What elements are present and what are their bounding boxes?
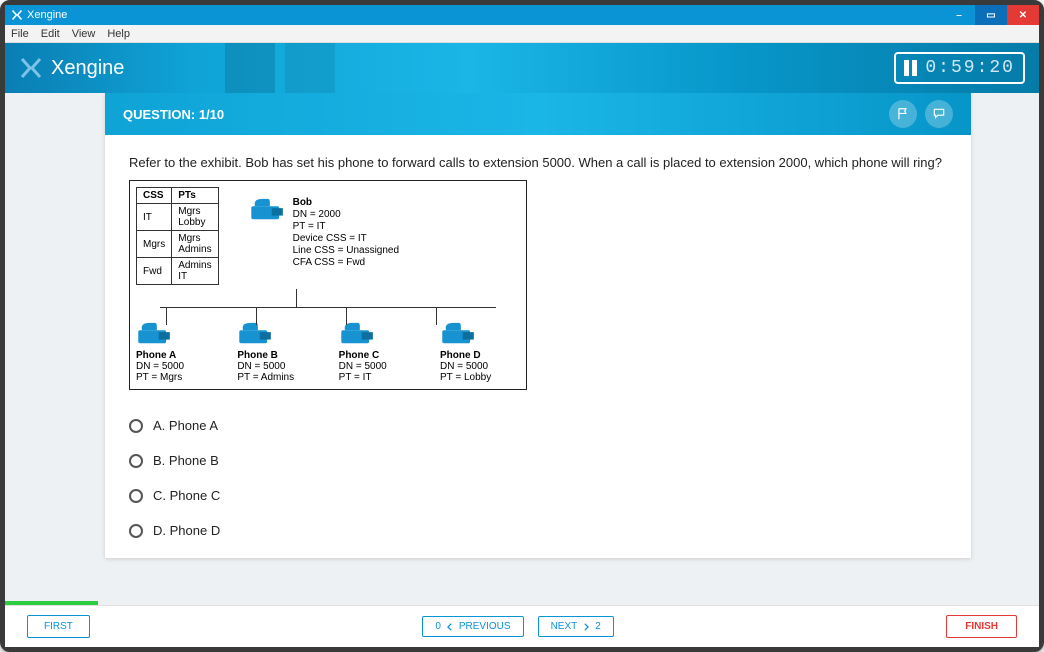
phone-b: Phone B DN = 5000 PT = Admins — [237, 321, 317, 383]
menu-help[interactable]: Help — [107, 28, 130, 40]
option-a[interactable]: A. Phone A — [129, 408, 947, 443]
arrow-right-icon — [581, 622, 591, 632]
flag-button[interactable] — [889, 100, 917, 128]
app-name: Xengine — [51, 57, 124, 80]
footer-nav: FIRST 0 PREVIOUS NEXT 2 FINISH — [5, 605, 1039, 647]
option-b-label: B. Phone B — [153, 453, 219, 468]
app-logo-icon — [11, 9, 23, 21]
phone-icon — [249, 197, 287, 223]
menu-view[interactable]: View — [72, 28, 96, 40]
option-c-label: C. Phone C — [153, 488, 220, 503]
option-a-label: A. Phone A — [153, 418, 218, 433]
question-header: QUESTION: 1/10 — [105, 93, 971, 135]
flag-icon — [896, 107, 910, 121]
radio-icon — [129, 454, 143, 468]
speech-bubble-icon — [932, 107, 946, 121]
menubar: File Edit View Help — [5, 25, 1039, 43]
option-b[interactable]: B. Phone B — [129, 443, 947, 478]
first-button[interactable]: FIRST — [27, 615, 90, 638]
previous-button[interactable]: 0 PREVIOUS — [422, 616, 523, 637]
question-counter: QUESTION: 1/10 — [123, 107, 224, 122]
app-logo-icon — [19, 56, 43, 80]
menu-file[interactable]: File — [11, 28, 29, 40]
finish-button[interactable]: FINISH — [946, 615, 1017, 638]
radio-icon — [129, 524, 143, 538]
css-partition-table: CSSPTs ITMgrs Lobby MgrsMgrs Admins FwdA… — [136, 187, 219, 285]
window-close-button[interactable]: ✕ — [1007, 5, 1039, 25]
titlebar: Xengine – ▭ ✕ — [5, 5, 1039, 25]
radio-icon — [129, 419, 143, 433]
pause-icon — [904, 60, 917, 76]
timer-value: 0:59:20 — [925, 58, 1015, 78]
window-minimize-button[interactable]: – — [943, 5, 975, 25]
radio-icon — [129, 489, 143, 503]
phone-d: Phone D DN = 5000 PT = Lobby — [440, 321, 520, 383]
arrow-left-icon — [445, 622, 455, 632]
window-title: Xengine — [27, 9, 67, 21]
progress-bar — [5, 601, 1039, 605]
menu-edit[interactable]: Edit — [41, 28, 60, 40]
timer[interactable]: 0:59:20 — [894, 52, 1025, 84]
phone-a: Phone A DN = 5000 PT = Mgrs — [136, 321, 216, 383]
question-text: Refer to the exhibit. Bob has set his ph… — [129, 155, 947, 170]
phone-c: Phone C DN = 5000 PT = IT — [339, 321, 419, 383]
next-button[interactable]: NEXT 2 — [538, 616, 614, 637]
comment-button[interactable] — [925, 100, 953, 128]
window-maximize-button[interactable]: ▭ — [975, 5, 1007, 25]
exhibit-diagram: CSSPTs ITMgrs Lobby MgrsMgrs Admins FwdA… — [129, 180, 527, 390]
option-d[interactable]: D. Phone D — [129, 513, 947, 548]
option-c[interactable]: C. Phone C — [129, 478, 947, 513]
option-d-label: D. Phone D — [153, 523, 220, 538]
app-banner: Xengine 0:59:20 — [5, 43, 1039, 93]
